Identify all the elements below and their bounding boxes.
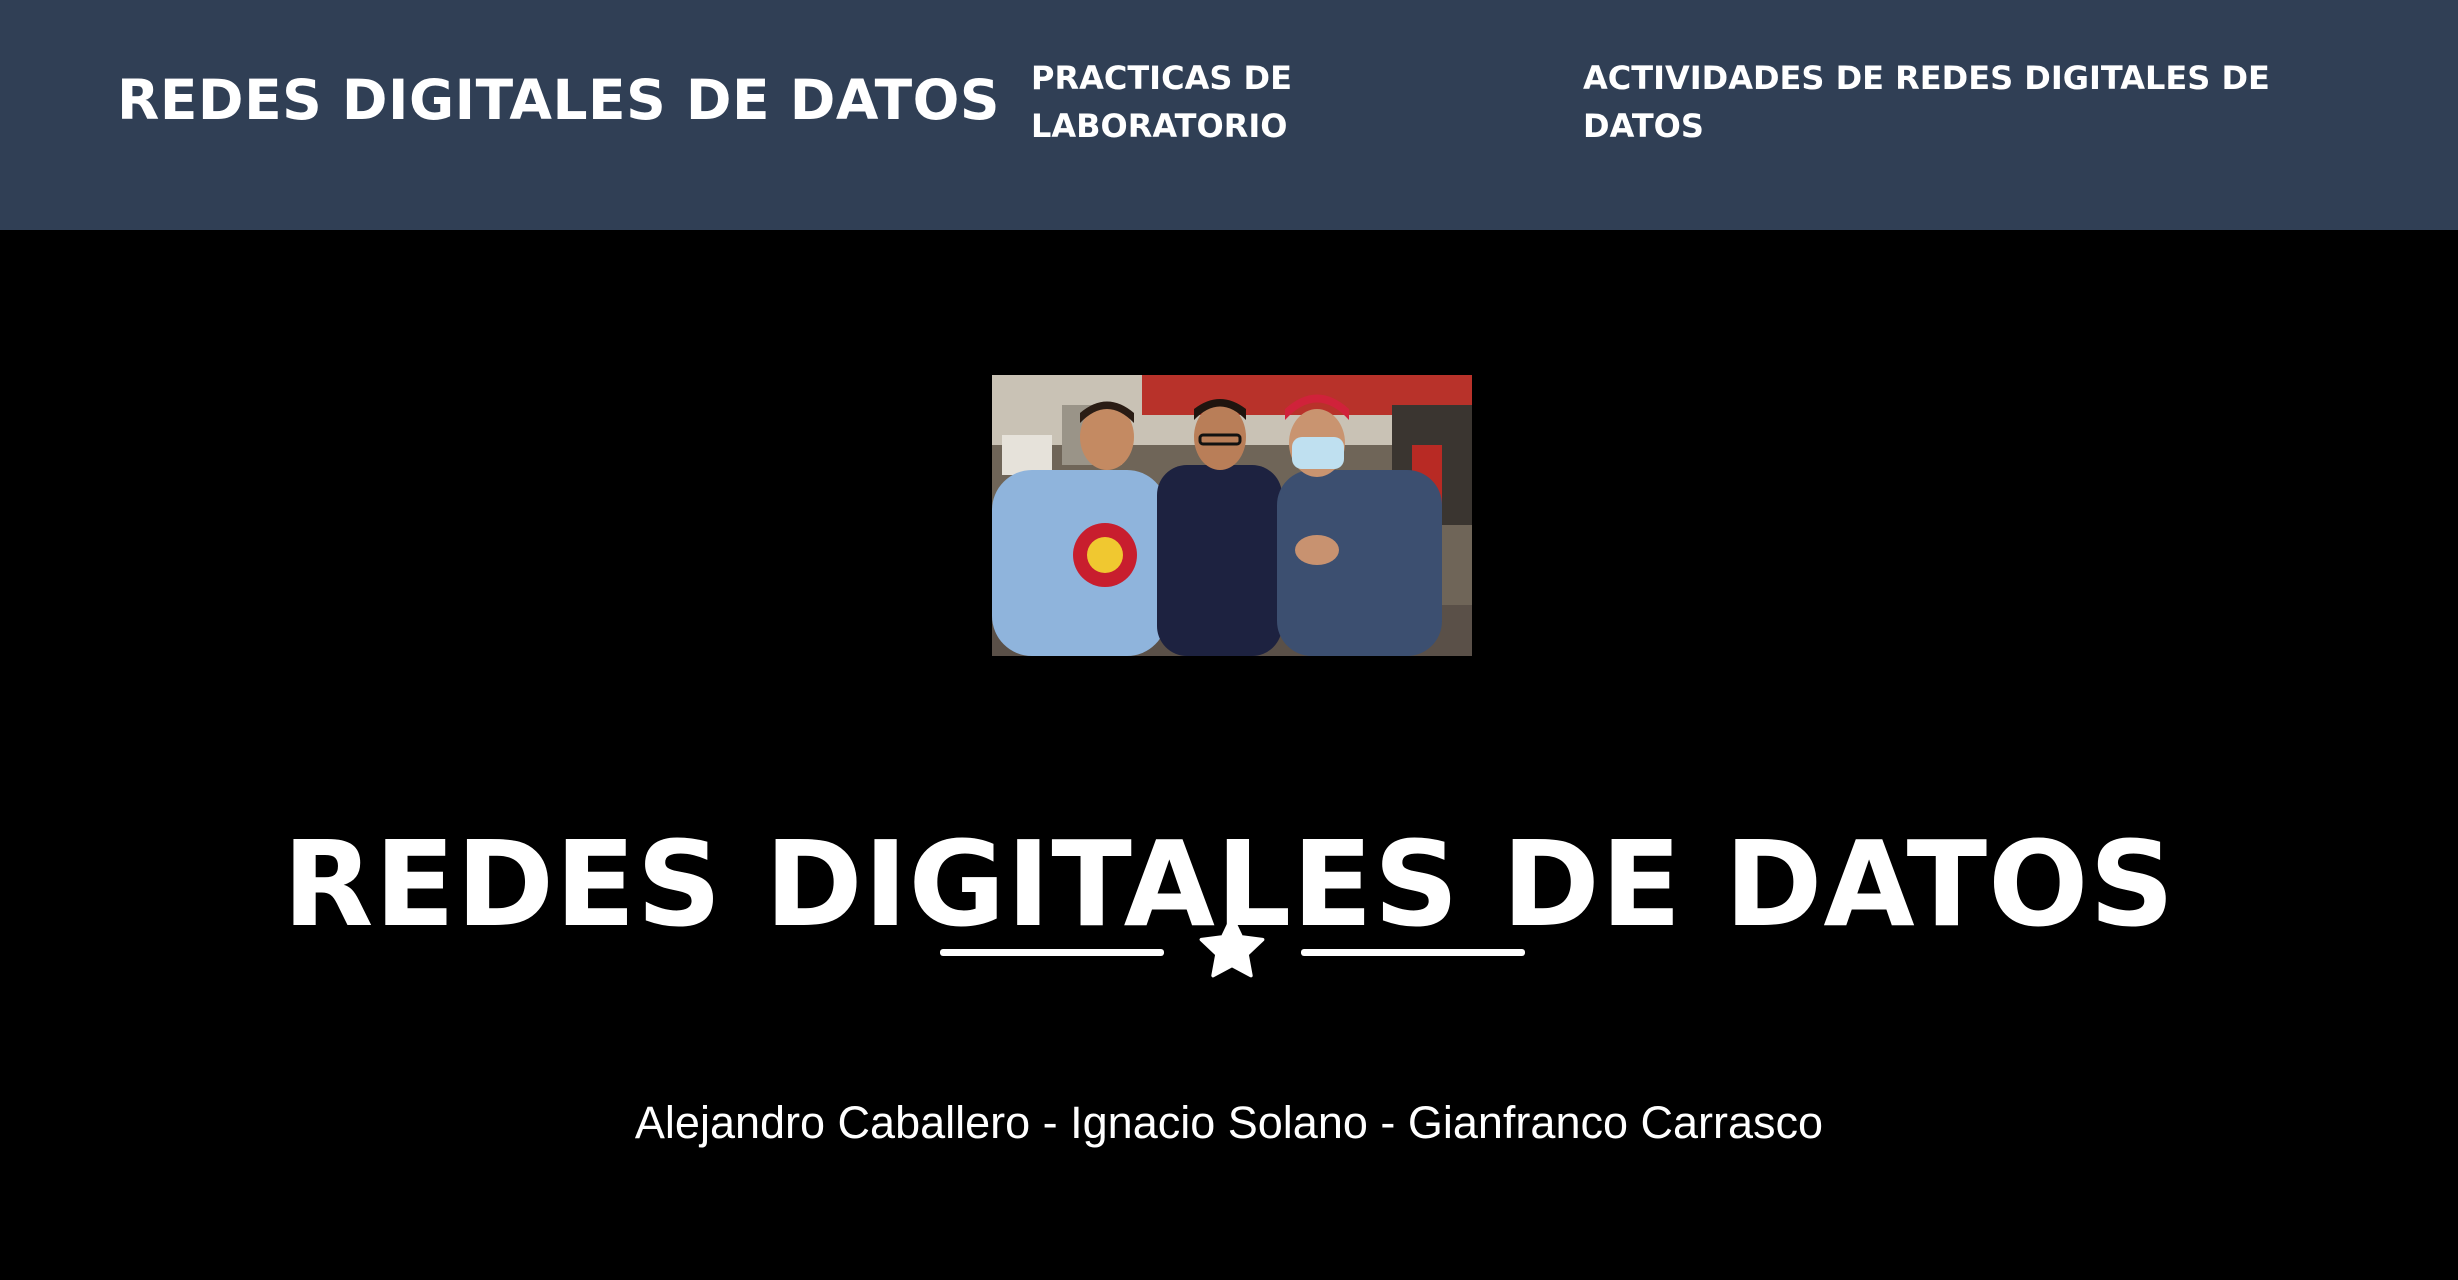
divider-line-right xyxy=(1301,949,1525,956)
star-icon xyxy=(1199,915,1265,978)
nav-link-actividades[interactable]: ACTIVIDADES DE REDES DIGITALES DE DATOS xyxy=(1583,54,2303,150)
navbar-brand[interactable]: REDES DIGITALES DE DATOS xyxy=(117,68,1000,132)
top-navbar: REDES DIGITALES DE DATOS PRACTICAS DE LA… xyxy=(0,0,2458,230)
nav-link-practicas[interactable]: PRACTICAS DE LABORATORIO xyxy=(1031,54,1461,150)
authors-subtitle: Alejandro Caballero - Ignacio Solano - G… xyxy=(634,1097,1824,1148)
divider-line-left xyxy=(940,949,1164,956)
star-divider xyxy=(940,912,1525,992)
group-photo xyxy=(992,375,1472,656)
masthead: REDES DIGITALES DE DATOS Alejandro Cabal… xyxy=(0,230,2458,1280)
